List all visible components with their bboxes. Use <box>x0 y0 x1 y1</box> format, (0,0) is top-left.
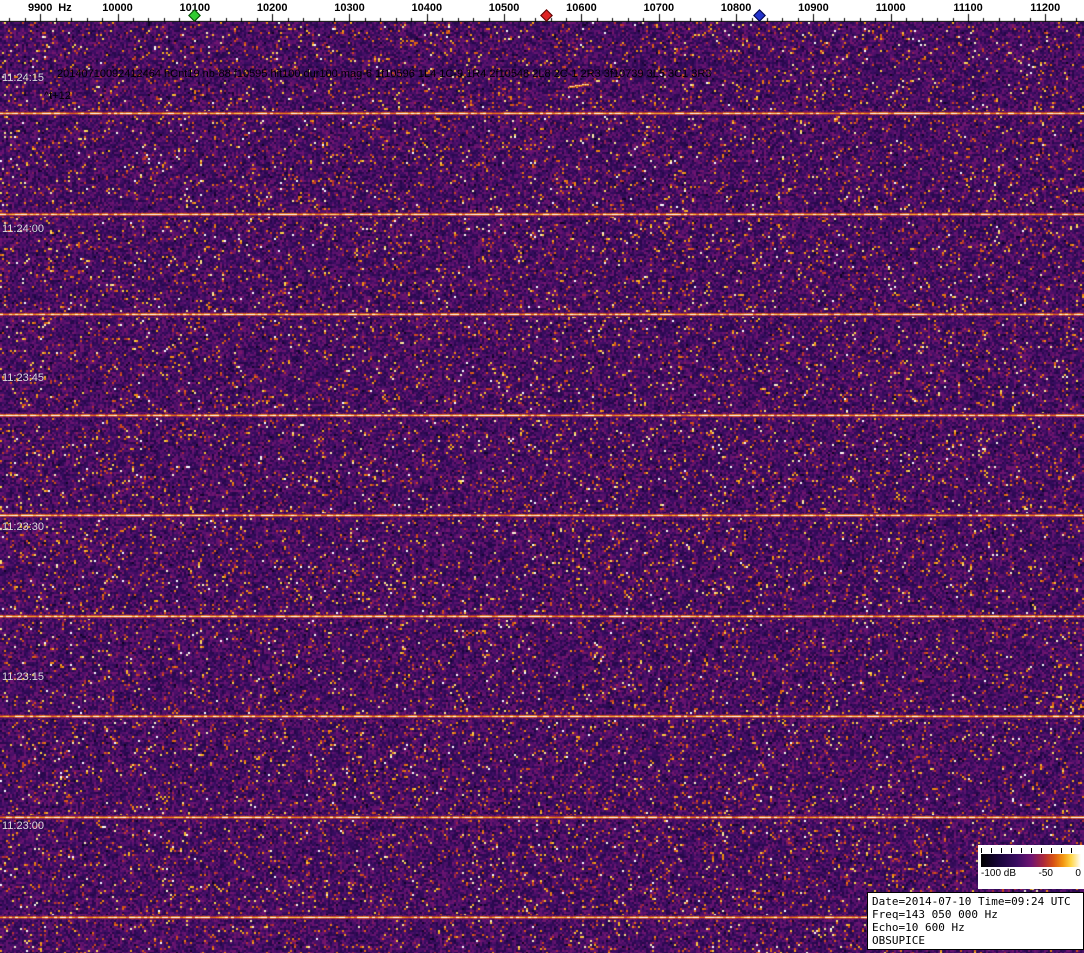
ruler-unit-label: Hz <box>58 2 72 14</box>
time-label: 11:24:15 <box>2 72 45 84</box>
scale-ticks <box>981 848 1081 853</box>
db-color-scale: -100 dB -50 0 <box>978 845 1084 889</box>
ruler-tick-label-11200: 11200 <box>1030 2 1061 14</box>
time-label: 11:24:00 <box>2 223 45 235</box>
info-echo: Echo=10 600 Hz <box>872 921 965 934</box>
ruler-tick-label-10800: 10800 <box>720 2 752 14</box>
scale-labels: -100 dB -50 0 <box>981 868 1081 879</box>
ruler-tick-label-10700: 10700 <box>643 2 675 14</box>
info-station: OBSUPICE <box>872 934 925 947</box>
ruler-tick-label-10300: 10300 <box>334 2 365 14</box>
ruler-tick-label-10400: 10400 <box>411 2 443 14</box>
time-label: 11:23:15 <box>2 671 45 683</box>
ruler-tick-label-10000: 10000 <box>102 2 133 14</box>
info-date-time: Date=2014-07-10 Time=09:24 UTC <box>872 895 1071 908</box>
spectrogram-window: 9900 10000 10100 10200 10300 10400 10500 10600 1… <box>0 0 1084 953</box>
frequency-ruler: 9900 10000 10100 10200 10300 10400 10500 10600 1… <box>0 0 1084 22</box>
scale-label-min: -100 dB <box>981 868 1017 879</box>
ruler-tick-label-10900: 10900 <box>798 2 829 14</box>
scale-label-mid: -50 <box>1038 868 1053 879</box>
ruler-tick-label-11100: 11100 <box>953 2 983 14</box>
observation-info-box: Date=2014-07-10 Time=09:24 UTC Freq=143 … <box>867 892 1084 950</box>
scale-gradient-bar <box>981 854 1081 867</box>
ruler-tick-label-10200: 10200 <box>256 2 288 14</box>
ruler-tick-label-10500: 10500 <box>488 2 520 14</box>
spectrogram-canvas <box>0 22 1084 953</box>
ruler-tick-label-10600: 10600 <box>566 2 597 14</box>
ruler-ticks-canvas <box>0 0 1084 22</box>
event-info-text: 20140710092412464 hCnt19 nb-88 f10595 hi… <box>57 68 712 80</box>
time-label: 11:23:00 <box>2 820 45 832</box>
scale-label-max: 0 <box>1075 868 1081 879</box>
info-frequency: Freq=143 050 000 Hz <box>872 908 998 921</box>
time-label: 11:23:45 <box>2 372 45 384</box>
ruler-tick-label-11000: 11000 <box>875 2 906 14</box>
time-label: 11:23:30 <box>2 521 45 533</box>
time-offset-text: ^t+12 <box>44 90 71 102</box>
ruler-tick-label-9900: 9900 <box>27 2 53 14</box>
